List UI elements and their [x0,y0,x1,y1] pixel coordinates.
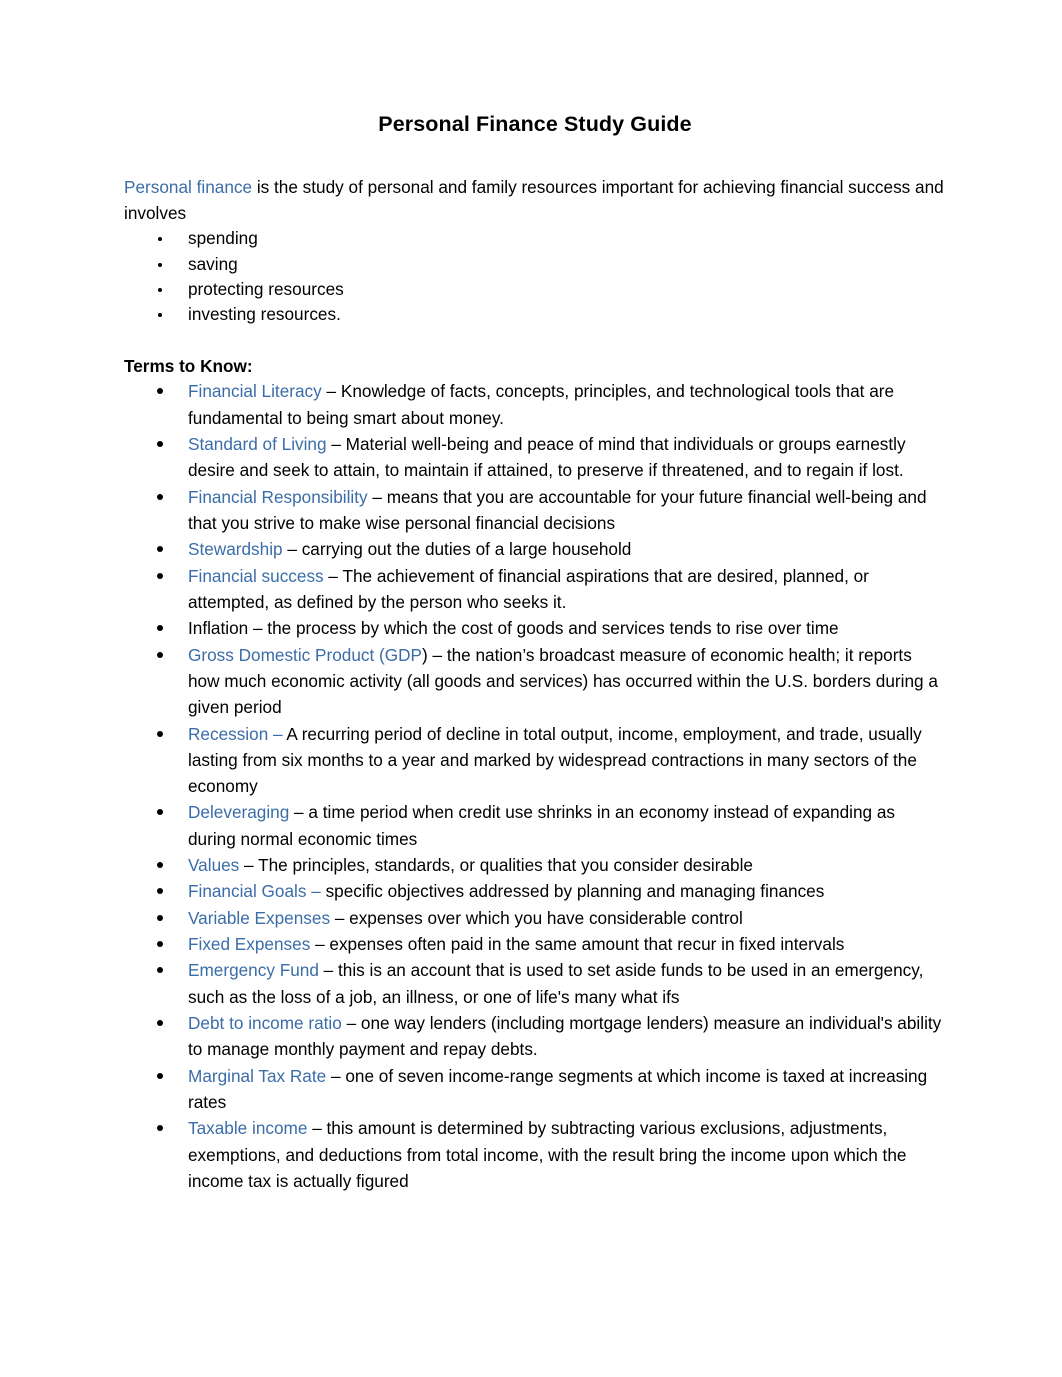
term-item-recession: Recession – A recurring period of declin… [124,721,946,800]
term-label: Standard of Living [188,434,327,455]
term-item-gross-domestic-product: Gross Domestic Product (GDP) – the natio… [124,642,946,721]
list-item-label: saving [188,253,238,274]
term-item-taxable-income: Taxable income – this amount is determin… [124,1115,946,1194]
list-item: spending [124,226,946,251]
term-item-marginal-tax-rate: Marginal Tax Rate – one of seven income-… [124,1063,946,1116]
term-item-values: Values – The principles, standards, or q… [124,852,946,878]
term-item-standard-of-living: Standard of Living – Material well-being… [124,431,946,484]
term-label: Taxable income [188,1118,308,1139]
term-definition: – The principles, standards, or qualitie… [239,855,753,876]
term-item-emergency-fund: Emergency Fund – this is an account that… [124,957,946,1010]
term-label: Inflation [188,618,249,639]
section-heading-terms-to-know: Terms to Know: [124,355,253,376]
term-label: Stewardship [188,539,283,560]
intro-paragraph: Personal finance is the study of persona… [124,174,946,227]
term-definition: – a time period when credit use shrinks … [188,802,896,849]
list-item: protecting resources [124,277,946,302]
list-item-label: investing resources. [188,304,341,325]
term-label: Emergency Fund [188,960,319,981]
term-label: Deleveraging [188,802,290,823]
term-definition: A recurring period of decline in total o… [188,723,922,797]
term-label: Gross Domestic Product (GDP [188,644,422,665]
term-definition: specific objectives addressed by plannin… [320,881,825,902]
term-label: Marginal Tax Rate [188,1065,327,1086]
term-item-fixed-expenses: Fixed Expenses – expenses often paid in … [124,931,946,957]
list-item: investing resources. [124,302,946,327]
document-page: Personal Finance Study Guide Personal fi… [0,0,1062,1377]
term-definition: – expenses over which you have considera… [330,907,743,928]
term-label: Financial Goals – [188,881,321,902]
term-label: Financial Literacy [188,381,322,402]
list-item-label: protecting resources [188,278,344,299]
term-item-inflation: Inflation – the process by which the cos… [124,615,946,641]
terms-bullet-list: Financial Literacy – Knowledge of facts,… [124,378,946,1194]
term-item-deleveraging: Deleveraging – a time period when credit… [124,799,946,852]
intro-term-personal-finance: Personal finance [124,176,253,197]
term-label: Values [188,855,240,876]
intro-bullet-list: spending saving protecting resources inv… [124,226,946,327]
term-definition: – expenses often paid in the same amount… [310,934,845,955]
page-title: Personal Finance Study Guide [378,112,692,136]
term-label: Debt to income ratio [188,1012,342,1033]
term-item-financial-responsibility: Financial Responsibility – means that yo… [124,484,946,537]
term-label: Fixed Expenses [188,934,311,955]
term-item-debt-to-income-ratio: Debt to income ratio – one way lenders (… [124,1010,946,1063]
term-item-financial-goals: Financial Goals – specific objectives ad… [124,878,946,904]
term-label: Financial Responsibility [188,486,368,507]
document-body: Personal Finance Study Guide Personal fi… [124,112,946,1194]
list-item-label: spending [188,228,258,249]
list-item: saving [124,252,946,277]
term-item-stewardship: Stewardship – carrying out the duties of… [124,536,946,562]
term-label: Variable Expenses [188,907,331,928]
term-item-variable-expenses: Variable Expenses – expenses over which … [124,905,946,931]
term-item-financial-success: Financial success – The achievement of f… [124,563,946,616]
term-item-financial-literacy: Financial Literacy – Knowledge of facts,… [124,378,946,431]
term-definition: – carrying out the duties of a large hou… [282,539,632,560]
term-label: Recession – [188,723,283,744]
term-label: Financial success [188,565,324,586]
term-definition: – the process by which the cost of goods… [248,618,839,639]
